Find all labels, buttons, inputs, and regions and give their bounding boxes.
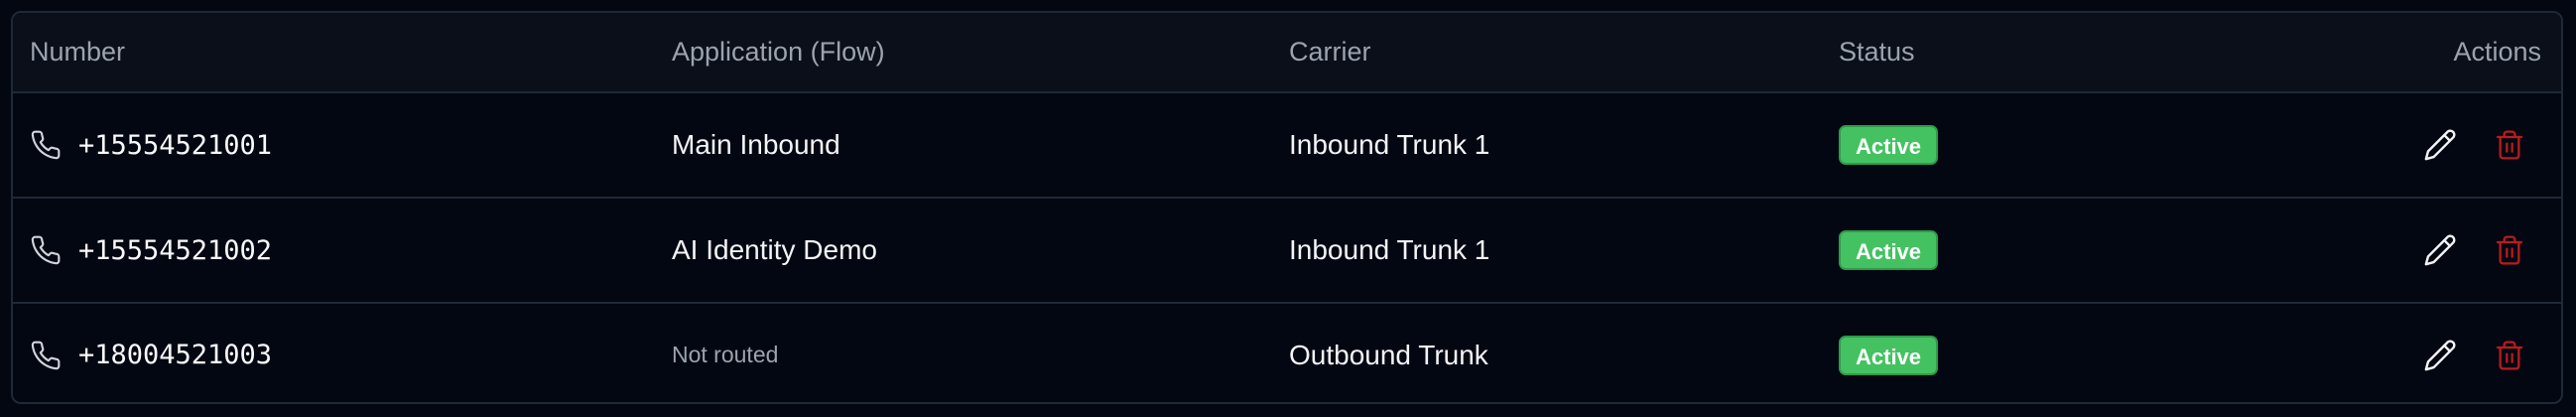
- header-actions: Actions: [2453, 37, 2541, 67]
- phone-icon: [30, 340, 62, 371]
- status-cell: Active: [1839, 304, 1939, 402]
- phone-icon: [30, 234, 62, 266]
- delete-button[interactable]: [2492, 232, 2527, 268]
- application-cell-not-routed: Not routed: [672, 342, 779, 367]
- header-status: Status: [1839, 37, 1915, 67]
- pencil-icon: [2424, 129, 2456, 161]
- actions-cell: [2422, 199, 2541, 302]
- edit-button[interactable]: [2422, 338, 2458, 373]
- pencil-icon: [2424, 340, 2456, 370]
- table-row: +15554521001 Main Inbound Inbound Trunk …: [13, 93, 2561, 199]
- header-carrier: Carrier: [1289, 37, 1371, 67]
- edit-button[interactable]: [2422, 232, 2458, 268]
- actions-cell: [2422, 93, 2541, 197]
- table-row: +18004521003 Not routed Outbound Trunk A…: [13, 304, 2561, 402]
- phone-numbers-table: Number Application (Flow) Carrier Status…: [11, 11, 2563, 404]
- delete-button[interactable]: [2492, 338, 2527, 373]
- edit-button[interactable]: [2422, 127, 2458, 163]
- trash-icon: [2496, 130, 2523, 160]
- phone-number: +15554521001: [78, 129, 273, 161]
- status-cell: Active: [1839, 199, 1939, 302]
- phone-number: +15554521002: [78, 234, 273, 266]
- status-badge: Active: [1839, 230, 1939, 270]
- carrier-cell: Outbound Trunk: [1289, 339, 1488, 370]
- status-badge: Active: [1839, 125, 1939, 165]
- actions-cell: [2422, 304, 2541, 402]
- phone-number: +18004521003: [78, 340, 273, 370]
- header-number: Number: [30, 37, 126, 67]
- number-cell: +18004521003: [30, 304, 273, 402]
- table-header-row: Number Application (Flow) Carrier Status…: [13, 13, 2561, 93]
- number-cell: +15554521001: [30, 93, 272, 197]
- status-badge: Active: [1839, 335, 1939, 375]
- application-cell: AI Identity Demo: [672, 234, 877, 265]
- application-cell: Main Inbound: [672, 129, 840, 160]
- status-cell: Active: [1839, 93, 1939, 197]
- header-application: Application (Flow): [672, 37, 885, 67]
- trash-icon: [2496, 341, 2523, 369]
- number-cell: +15554521002: [30, 199, 272, 302]
- trash-icon: [2496, 235, 2523, 265]
- table-row: +15554521002 AI Identity Demo Inbound Tr…: [13, 199, 2561, 304]
- pencil-icon: [2424, 234, 2456, 266]
- delete-button[interactable]: [2492, 127, 2527, 163]
- phone-icon: [30, 129, 62, 161]
- carrier-cell: Inbound Trunk 1: [1289, 234, 1490, 265]
- carrier-cell: Inbound Trunk 1: [1289, 129, 1490, 160]
